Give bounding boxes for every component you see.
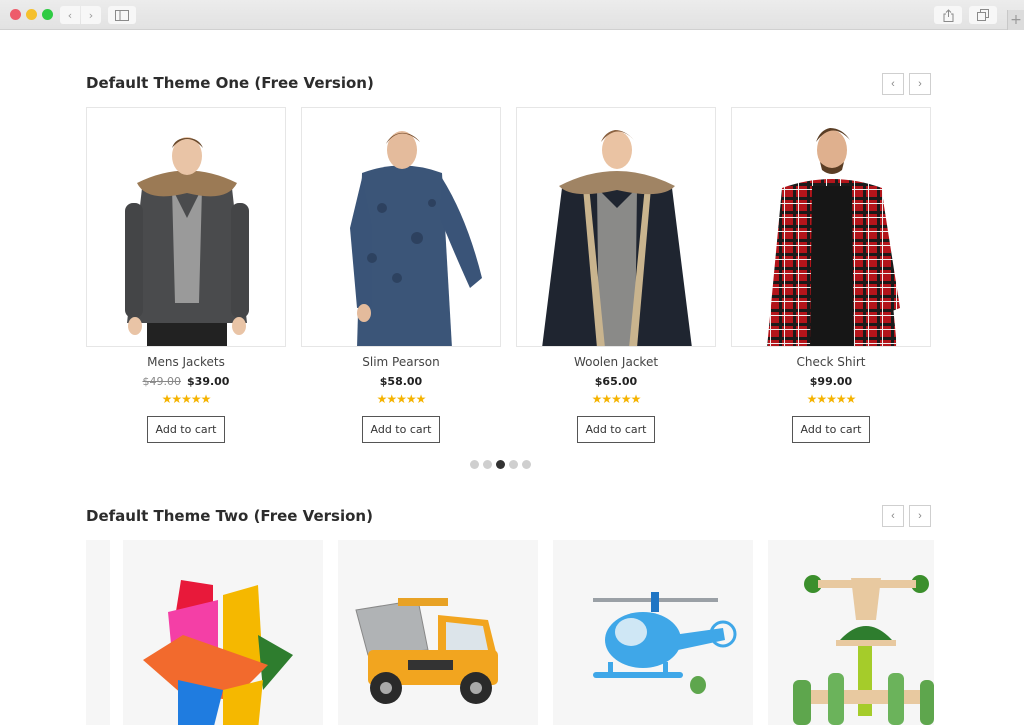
plus-icon: + [1010,12,1022,28]
pagination-dot-active[interactable] [496,460,505,469]
product-image[interactable] [338,540,538,725]
product-card: Mens Jackets $49.00 $39.00 ★★★★★ Add to c… [86,107,286,443]
maximize-window-button[interactable] [42,9,53,20]
section-one-prev-button[interactable]: ‹ [882,73,904,95]
chevron-left-icon: ‹ [891,510,895,522]
mens-jacket-image [125,137,249,346]
puzzle-toy-image [143,580,293,725]
product-sale-price: $39.00 [187,375,230,388]
new-tab-button[interactable]: + [1007,10,1024,30]
product-card: Woolen Jacket $65.00 ★★★★★ Add to cart [516,107,716,443]
product-image-partial[interactable] [86,540,110,725]
product-image[interactable] [768,540,934,725]
star-rating-icon: ★★★★★ [806,392,857,406]
carousel-pagination [470,460,531,469]
pagination-dot[interactable] [483,460,492,469]
sidebar-toggle-button[interactable] [108,6,136,24]
check-shirt-image [767,128,900,346]
product-name[interactable]: Mens Jackets [86,355,286,369]
product-price: $58.00 [301,375,501,388]
tabs-icon [977,9,989,21]
product-image[interactable] [553,540,753,725]
section-two-prev-button[interactable]: ‹ [882,505,904,527]
product-price: $99.00 [731,375,931,388]
product-image[interactable] [516,107,716,347]
share-button[interactable] [934,6,962,24]
add-to-cart-button[interactable]: Add to cart [362,416,440,443]
minimize-window-button[interactable] [26,9,37,20]
section-one-next-button[interactable]: › [909,73,931,95]
chevron-right-icon: › [88,8,94,22]
ride-on-toy-image [793,575,934,725]
dump-truck-toy-image [355,598,498,704]
woolen-jacket-image [542,130,692,346]
chevron-left-icon: ‹ [891,78,895,90]
browser-back-button[interactable]: ‹ [60,6,80,24]
product-card: Check Shirt $99.00 ★★★★★ Add to cart [731,107,931,443]
add-to-cart-button[interactable]: Add to cart [147,416,225,443]
add-to-cart-button[interactable]: Add to cart [792,416,870,443]
product-image[interactable] [123,540,323,725]
helicopter-toy-image [593,592,737,694]
pagination-dot[interactable] [470,460,479,469]
browser-forward-button[interactable]: › [81,6,101,24]
product-sale-price: $99.00 [809,375,853,388]
chevron-left-icon: ‹ [67,8,73,22]
section-two-next-button[interactable]: › [909,505,931,527]
product-sale-price: $58.00 [379,375,423,388]
add-to-cart-button[interactable]: Add to cart [577,416,655,443]
pagination-dot[interactable] [509,460,518,469]
show-tabs-button[interactable] [969,6,997,24]
close-window-button[interactable] [10,9,21,20]
share-icon [943,8,953,22]
star-rating-icon: ★★★★★ [376,392,427,406]
product-name[interactable]: Slim Pearson [301,355,501,369]
product-image[interactable] [301,107,501,347]
product-image[interactable] [86,107,286,347]
pagination-dot[interactable] [522,460,531,469]
chevron-right-icon: › [918,510,922,522]
product-sale-price: $65.00 [594,375,638,388]
product-name[interactable]: Woolen Jacket [516,355,716,369]
product-old-price: $49.00 [142,375,182,388]
star-rating-icon: ★★★★★ [591,392,642,406]
slim-pearson-shirt-image [350,131,482,346]
sidebar-icon [115,9,129,21]
product-name[interactable]: Check Shirt [731,355,931,369]
section-one-title: Default Theme One (Free Version) [86,74,374,92]
product-image[interactable] [731,107,931,347]
star-rating-icon: ★★★★★ [161,392,212,406]
product-card: Slim Pearson $58.00 ★★★★★ Add to cart [301,107,501,443]
browser-titlebar: ‹ › + [0,0,1024,30]
product-price: $65.00 [516,375,716,388]
section-two-title: Default Theme Two (Free Version) [86,507,373,525]
product-price: $49.00 $39.00 [86,375,286,388]
chevron-right-icon: › [918,78,922,90]
